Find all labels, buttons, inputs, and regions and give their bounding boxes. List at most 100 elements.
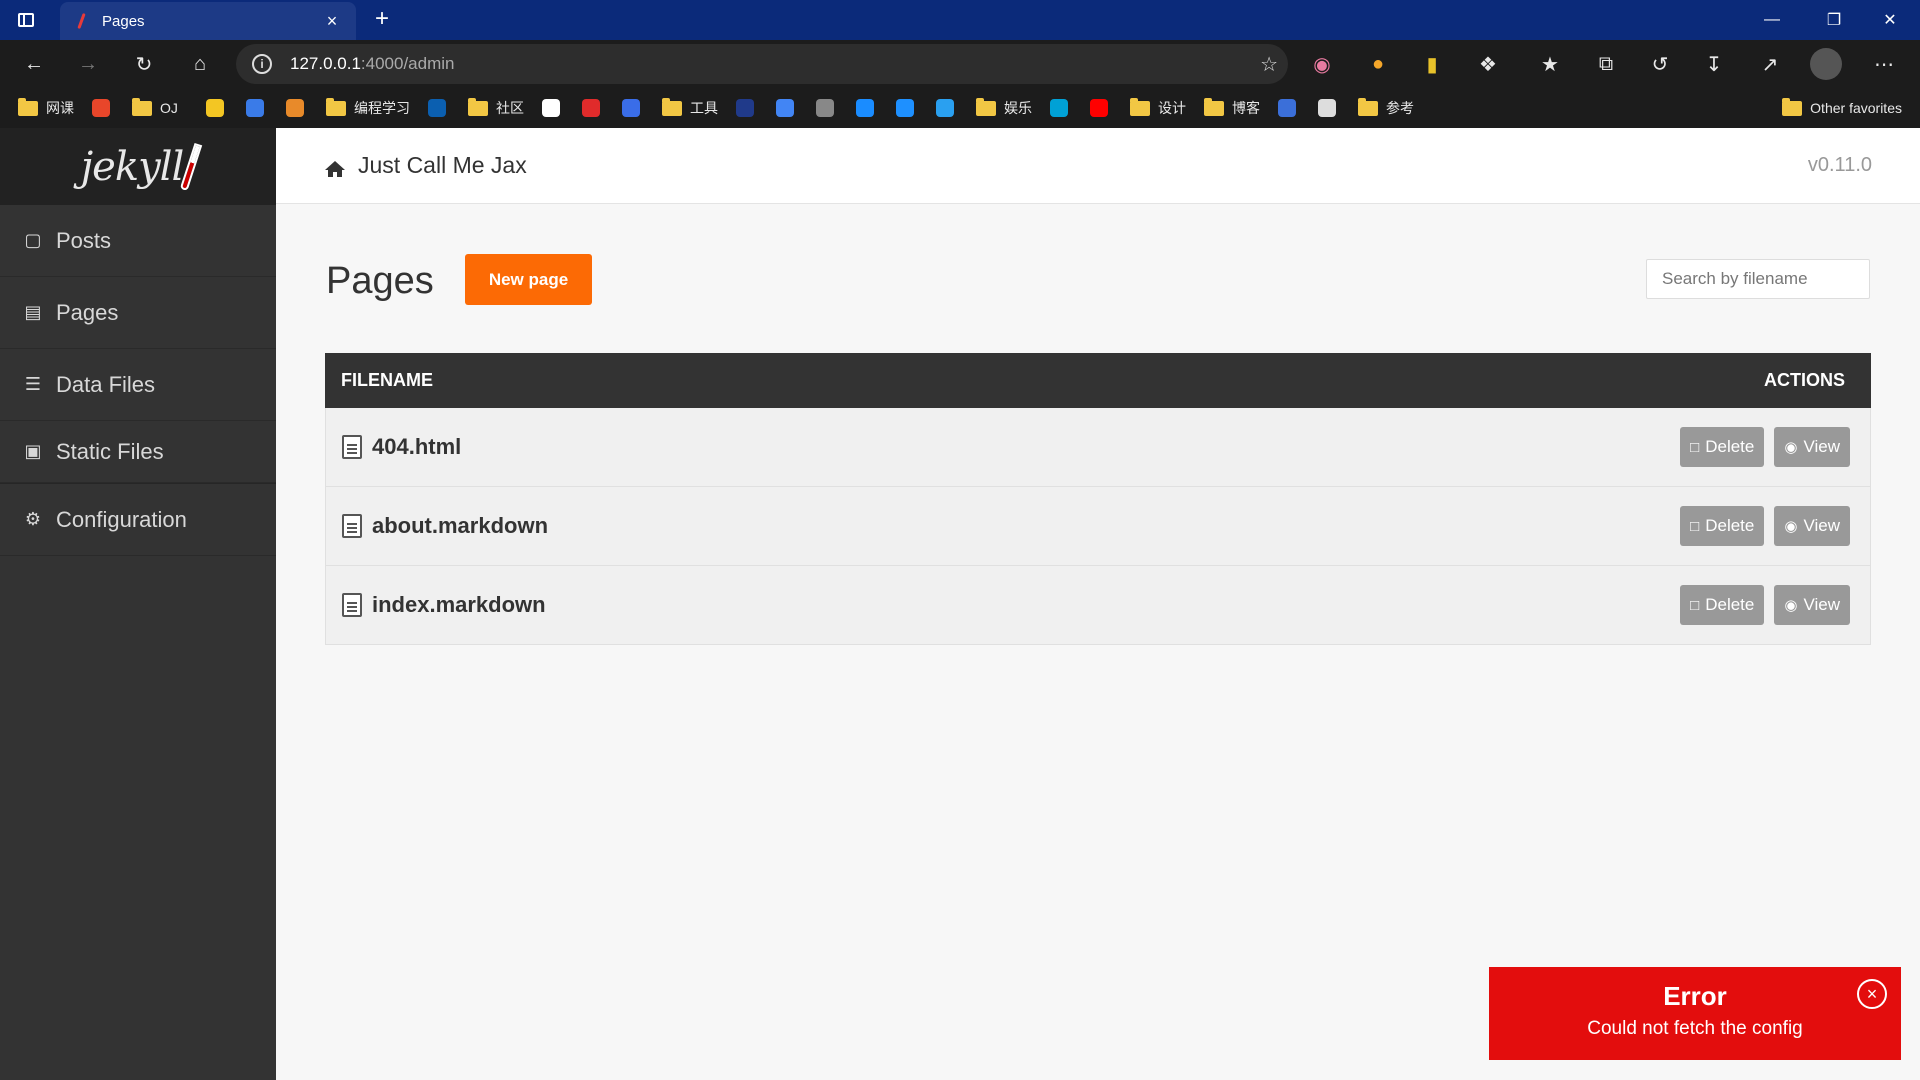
bookmark-label: 娱乐 bbox=[1004, 100, 1032, 116]
delete-button[interactable]: □ Delete bbox=[1680, 506, 1765, 546]
site-home-link[interactable]: Just Call Me Jax bbox=[324, 152, 527, 179]
folder-icon bbox=[662, 97, 682, 116]
admin-sidebar: jekyll ▢ Posts ▤ Pages ☰ Data Files ▣ St… bbox=[0, 128, 276, 1080]
bookmark-site[interactable] bbox=[816, 96, 834, 120]
bookmark-site[interactable] bbox=[1318, 96, 1336, 120]
site-favicon-icon bbox=[1278, 99, 1296, 117]
back-icon[interactable]: ← bbox=[18, 48, 50, 80]
browser-toolbar: ← → ↻ ⌂ i 127.0.0.1:4000/admin ☆ ◉ ● ▮ ❖… bbox=[0, 40, 1920, 88]
home-icon[interactable]: ⌂ bbox=[184, 48, 216, 80]
bookmark-site[interactable] bbox=[1278, 96, 1296, 120]
site-favicon-icon bbox=[582, 99, 600, 117]
bookmark-site[interactable] bbox=[1090, 96, 1108, 120]
folder-icon bbox=[326, 97, 346, 116]
bookmark-folder[interactable]: 设计 bbox=[1130, 96, 1186, 120]
bookmark-site[interactable] bbox=[286, 96, 304, 120]
view-label: View bbox=[1803, 516, 1840, 535]
forward-icon[interactable]: → bbox=[72, 48, 104, 80]
filename-link[interactable]: index.markdown bbox=[372, 592, 1670, 618]
bookmark-site[interactable] bbox=[582, 96, 600, 120]
close-icon[interactable]: × bbox=[1857, 979, 1887, 1009]
view-button[interactable]: ◉ View bbox=[1774, 427, 1850, 467]
pages-table: FILENAME ACTIONS 404.html □ Delete ◉ Vie… bbox=[325, 353, 1871, 645]
file-icon: ▣ bbox=[24, 441, 42, 461]
other-favorites-label: Other favorites bbox=[1810, 100, 1902, 116]
favorites-icon[interactable]: ★ bbox=[1534, 48, 1566, 80]
add-favorite-icon[interactable]: ☆ bbox=[1260, 52, 1278, 77]
bookmark-site[interactable] bbox=[736, 96, 754, 120]
bookmark-site[interactable] bbox=[622, 96, 640, 120]
site-favicon-icon bbox=[206, 99, 224, 117]
sidebar-item-data-files[interactable]: ☰ Data Files bbox=[0, 349, 276, 421]
bookmark-folder[interactable]: 娱乐 bbox=[976, 96, 1032, 120]
sidebar-item-pages[interactable]: ▤ Pages bbox=[0, 277, 276, 349]
bookmark-site[interactable] bbox=[542, 96, 560, 120]
close-window-button[interactable]: ✕ bbox=[1862, 0, 1918, 40]
sidebar-item-label: Data Files bbox=[56, 371, 156, 397]
filename-link[interactable]: 404.html bbox=[372, 434, 1670, 460]
bookmark-site[interactable] bbox=[896, 96, 914, 120]
bookmark-folder[interactable]: 博客 bbox=[1204, 96, 1260, 120]
folder-icon bbox=[132, 97, 152, 116]
bookmark-folder[interactable]: 工具 bbox=[662, 96, 718, 120]
jekyll-logo[interactable]: jekyll bbox=[0, 128, 276, 205]
bookmark-folder[interactable]: 网课 bbox=[18, 96, 74, 120]
bookmark-label: 博客 bbox=[1232, 100, 1260, 116]
collections-icon[interactable]: ⧉ bbox=[1590, 48, 1622, 80]
bookmark-site[interactable] bbox=[856, 96, 874, 120]
table-row: 404.html □ Delete ◉ View bbox=[325, 408, 1871, 487]
extension-cat-icon[interactable]: ◉ bbox=[1306, 48, 1338, 80]
bookmark-folder[interactable]: 参考 bbox=[1358, 96, 1414, 120]
delete-label: Delete bbox=[1705, 437, 1755, 456]
extension-color-icon[interactable]: ● bbox=[1362, 48, 1394, 80]
main-content: Pages New page FILENAME ACTIONS 404.html… bbox=[276, 205, 1920, 1080]
more-menu-icon[interactable]: ⋯ bbox=[1868, 48, 1900, 80]
history-icon[interactable]: ↺ bbox=[1644, 48, 1676, 80]
tab-close-icon[interactable]: × bbox=[322, 11, 342, 32]
browser-tab-pages[interactable]: Pages × bbox=[60, 2, 356, 40]
file-icon bbox=[342, 435, 362, 459]
bookmark-site[interactable] bbox=[428, 96, 446, 120]
database-icon: ☰ bbox=[24, 374, 42, 394]
bookmark-site[interactable] bbox=[246, 96, 264, 120]
profile-avatar[interactable] bbox=[1810, 48, 1842, 80]
bookmark-folder[interactable]: OJ bbox=[132, 96, 178, 120]
extensions-icon[interactable]: ❖ bbox=[1472, 48, 1504, 80]
delete-button[interactable]: □ Delete bbox=[1680, 585, 1765, 625]
view-button[interactable]: ◉ View bbox=[1774, 506, 1850, 546]
app-header: Just Call Me Jax v0.11.0 bbox=[276, 128, 1920, 204]
address-bar[interactable]: i 127.0.0.1:4000/admin ☆ bbox=[236, 44, 1288, 84]
site-info-icon[interactable]: i bbox=[252, 54, 272, 74]
bookmark-site[interactable] bbox=[1050, 96, 1068, 120]
folder-icon bbox=[1782, 97, 1803, 116]
minimize-button[interactable]: — bbox=[1744, 0, 1800, 40]
refresh-icon[interactable]: ↻ bbox=[128, 48, 160, 80]
sidebar-item-posts[interactable]: ▢ Posts bbox=[0, 205, 276, 277]
filename-link[interactable]: about.markdown bbox=[372, 513, 1670, 539]
bookmark-site[interactable] bbox=[92, 96, 110, 120]
restore-button[interactable]: ❐ bbox=[1806, 0, 1862, 40]
new-page-button[interactable]: New page bbox=[465, 254, 592, 305]
search-input[interactable] bbox=[1646, 259, 1870, 299]
new-tab-button[interactable]: + bbox=[368, 6, 396, 34]
other-favorites[interactable]: Other favorites bbox=[1782, 96, 1902, 120]
share-icon[interactable]: ↗ bbox=[1754, 48, 1786, 80]
view-button[interactable]: ◉ View bbox=[1774, 585, 1850, 625]
downloads-icon[interactable]: ↧ bbox=[1698, 48, 1730, 80]
eye-icon: ◉ bbox=[1784, 597, 1798, 614]
sidebar-item-configuration[interactable]: ⚙ Configuration bbox=[0, 484, 276, 556]
delete-button[interactable]: □ Delete bbox=[1680, 427, 1765, 467]
site-favicon-icon bbox=[1318, 99, 1336, 117]
delete-label: Delete bbox=[1705, 595, 1755, 614]
extension-chart-icon[interactable]: ▮ bbox=[1416, 48, 1448, 80]
bookmark-folder[interactable]: 编程学习 bbox=[326, 96, 410, 120]
sidebar-item-label: Pages bbox=[56, 299, 119, 325]
sidebar-item-static-files[interactable]: ▣ Static Files bbox=[0, 421, 276, 483]
page-title: Pages bbox=[326, 260, 434, 302]
site-favicon-icon bbox=[776, 99, 794, 117]
bookmark-site[interactable] bbox=[936, 96, 954, 120]
bookmark-folder[interactable]: 社区 bbox=[468, 96, 524, 120]
bookmark-site[interactable] bbox=[206, 96, 224, 120]
bookmark-site[interactable] bbox=[776, 96, 794, 120]
tab-actions-icon[interactable] bbox=[14, 8, 38, 32]
